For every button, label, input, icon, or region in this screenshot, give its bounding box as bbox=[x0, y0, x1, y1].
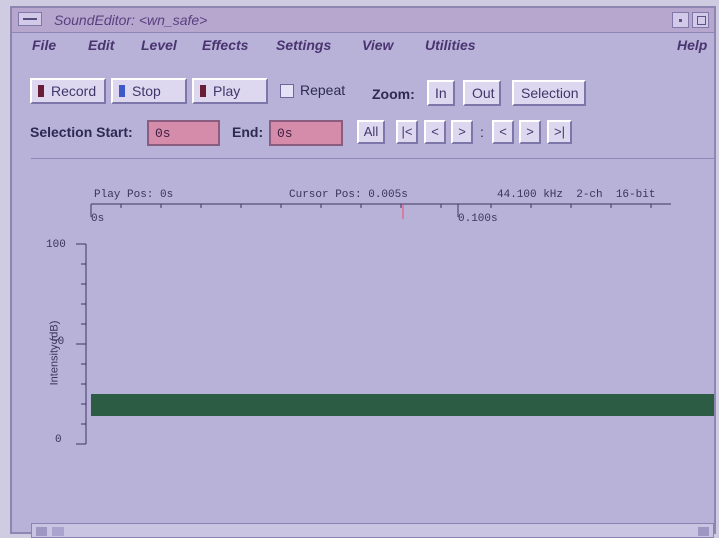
waveform-plot bbox=[76, 203, 714, 445]
menu-bar: File Edit Level Effects Settings View Ut… bbox=[12, 32, 714, 58]
menu-effects[interactable]: Effects bbox=[202, 37, 248, 53]
zoom-selection-button[interactable]: Selection bbox=[512, 80, 586, 106]
zoom-in-button[interactable]: In bbox=[427, 80, 455, 106]
repeat-label: Repeat bbox=[300, 82, 346, 98]
step-left-button[interactable]: < bbox=[492, 120, 514, 144]
zoom-out-button[interactable]: Out bbox=[463, 80, 501, 106]
zoom-out-label: Out bbox=[472, 85, 495, 101]
select-all-button[interactable]: All bbox=[357, 120, 385, 144]
menu-settings[interactable]: Settings bbox=[276, 37, 331, 53]
step-back-button[interactable]: < bbox=[424, 120, 446, 144]
menu-view[interactable]: View bbox=[362, 37, 393, 53]
window-title: SoundEditor: <wn_safe> bbox=[54, 12, 208, 28]
title-bar[interactable]: SoundEditor: <wn_safe> bbox=[12, 8, 714, 33]
minimize-button[interactable] bbox=[672, 12, 689, 28]
zoom-label: Zoom: bbox=[372, 86, 415, 102]
waveform-band bbox=[91, 394, 714, 416]
play-label: Play bbox=[213, 83, 241, 99]
selection-start-label: Selection Start: bbox=[30, 124, 133, 140]
record-label: Record bbox=[51, 83, 97, 99]
scroll-thumb[interactable] bbox=[52, 527, 64, 536]
waveform-area[interactable]: Play Pos: 0s Cursor Pos: 0.005s 44.100 k… bbox=[31, 158, 714, 522]
play-button[interactable]: Play bbox=[192, 78, 268, 104]
horizontal-scrollbar[interactable] bbox=[31, 523, 714, 538]
go-end-button[interactable]: >| bbox=[547, 120, 572, 144]
maximize-button[interactable] bbox=[692, 12, 709, 28]
selection-start-value: 0s bbox=[155, 126, 171, 141]
stop-icon bbox=[119, 85, 125, 97]
stop-button[interactable]: Stop bbox=[111, 78, 187, 104]
sound-editor-window: SoundEditor: <wn_safe> File Edit Level E… bbox=[10, 6, 716, 538]
menu-level[interactable]: Level bbox=[141, 37, 177, 53]
selection-start-field[interactable]: 0s bbox=[147, 120, 220, 146]
window-menu-icon[interactable] bbox=[18, 12, 42, 26]
go-start-button[interactable]: |< bbox=[396, 120, 418, 144]
menu-help[interactable]: Help bbox=[677, 37, 707, 53]
zoom-selection-label: Selection bbox=[521, 85, 579, 101]
menu-file[interactable]: File bbox=[32, 37, 56, 53]
menu-edit[interactable]: Edit bbox=[88, 37, 114, 53]
step-forward-button[interactable]: > bbox=[451, 120, 473, 144]
scroll-left-icon[interactable] bbox=[36, 527, 47, 536]
nav-separator: : bbox=[480, 124, 484, 140]
end-label: End: bbox=[232, 124, 264, 140]
step-right-button[interactable]: > bbox=[519, 120, 541, 144]
repeat-checkbox[interactable] bbox=[280, 84, 294, 98]
menu-utilities[interactable]: Utilities bbox=[425, 37, 476, 53]
end-value: 0s bbox=[277, 126, 293, 141]
record-button[interactable]: Record bbox=[30, 78, 106, 104]
play-icon bbox=[200, 85, 206, 97]
end-field[interactable]: 0s bbox=[269, 120, 343, 146]
record-icon bbox=[38, 85, 44, 97]
zoom-in-label: In bbox=[435, 85, 447, 101]
scroll-right-icon[interactable] bbox=[698, 527, 709, 536]
stop-label: Stop bbox=[132, 83, 161, 99]
